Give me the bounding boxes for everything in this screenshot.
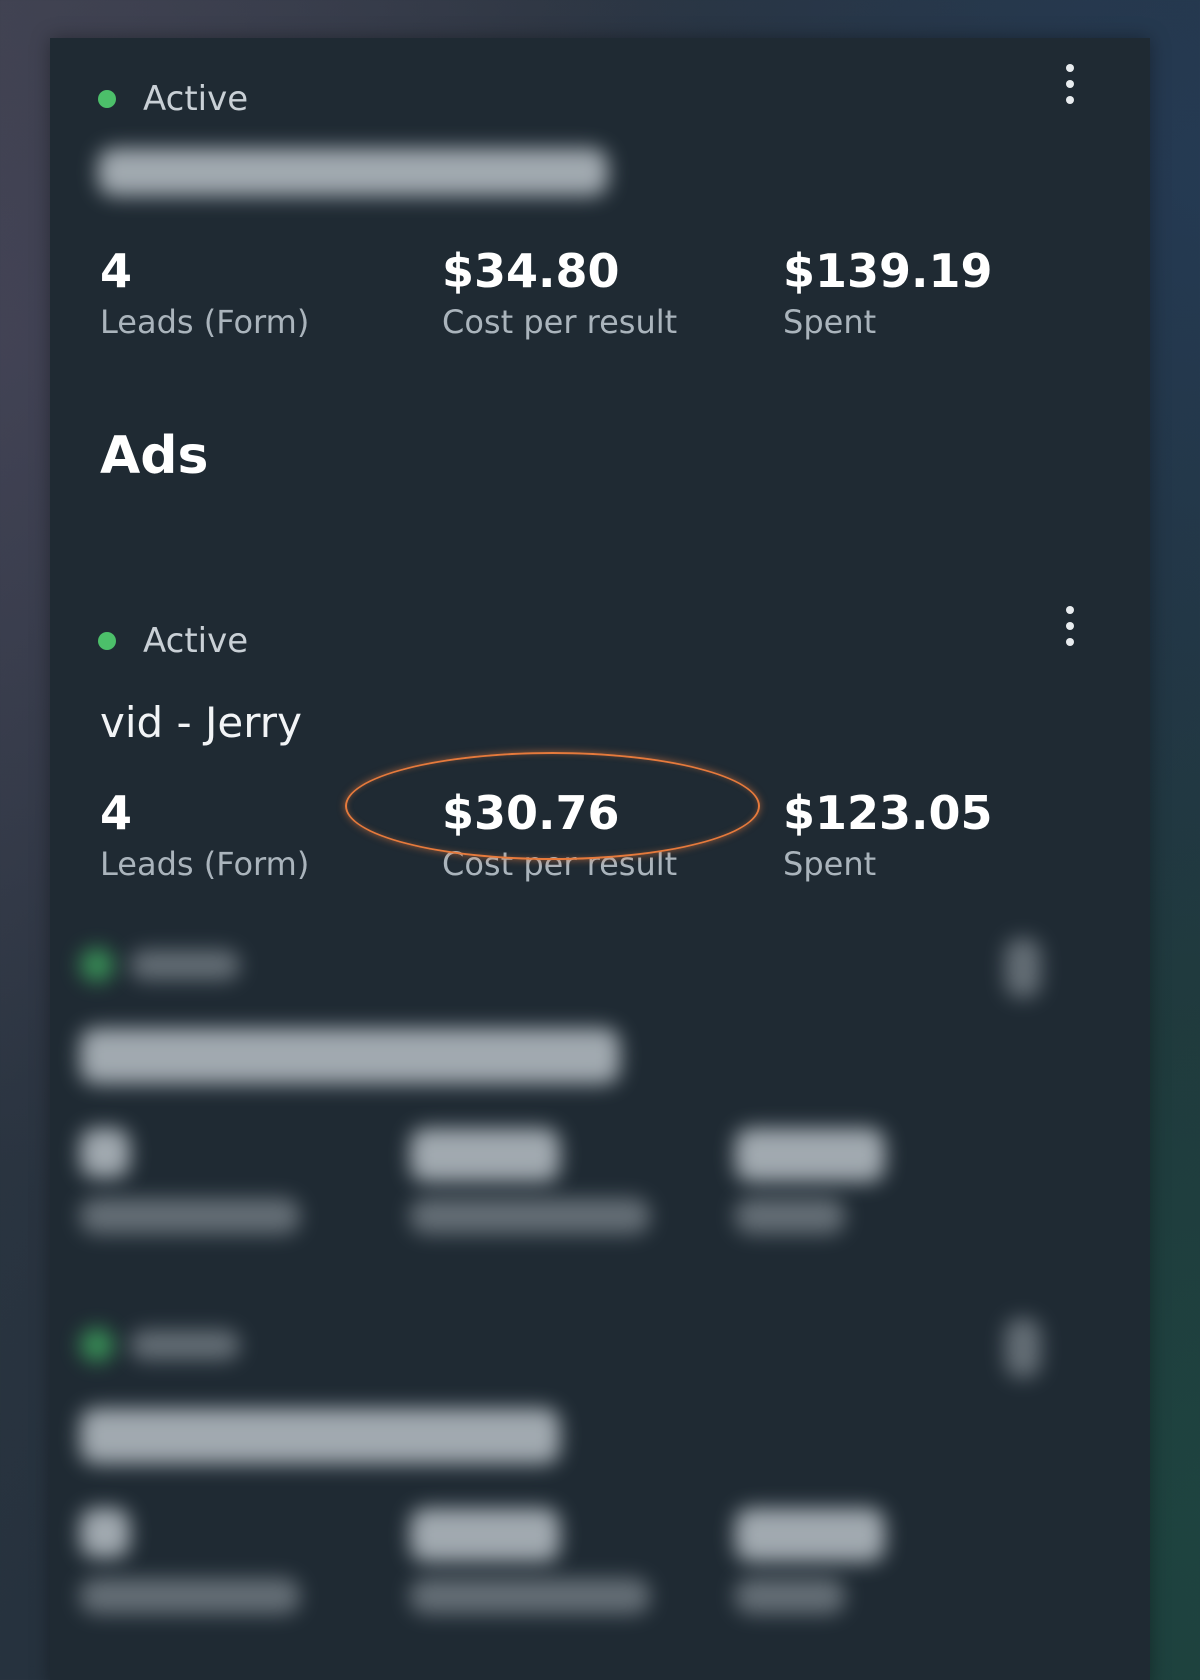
cost-value-redacted — [410, 1128, 560, 1182]
cost-label-redacted — [410, 1198, 650, 1234]
spent-value: $123.05 — [783, 786, 993, 840]
more-options-icon[interactable] — [1055, 600, 1085, 652]
spent-label-redacted — [735, 1198, 845, 1234]
more-options-icon[interactable] — [1005, 1318, 1041, 1378]
status-dot-redacted — [80, 948, 114, 982]
leads-label: Leads (Form) — [100, 303, 310, 341]
status-label: Active — [143, 79, 249, 119]
ad-name[interactable]: vid - Jerry — [100, 702, 302, 744]
more-options-icon[interactable] — [1005, 938, 1041, 998]
spent-label: Spent — [783, 845, 877, 883]
cost-per-result-label: Cost per result — [442, 845, 678, 883]
spent-value-redacted — [735, 1508, 885, 1562]
spent-value: $139.19 — [783, 244, 993, 298]
leads-label-redacted — [80, 1198, 300, 1234]
spent-label-redacted — [735, 1578, 845, 1614]
leads-value-redacted — [80, 1128, 130, 1178]
cost-per-result-value: $30.76 — [442, 786, 620, 840]
leads-value: 4 — [100, 244, 133, 298]
status-dot — [98, 90, 116, 108]
cost-value-redacted — [410, 1508, 560, 1562]
more-options-icon[interactable] — [1055, 58, 1085, 110]
leads-value: 4 — [100, 786, 133, 840]
leads-label: Leads (Form) — [100, 845, 310, 883]
cost-per-result-value: $34.80 — [442, 244, 620, 298]
ad-name-redacted — [80, 1028, 620, 1084]
leads-label-redacted — [80, 1578, 300, 1614]
status-label-redacted — [130, 1330, 240, 1360]
leads-value-redacted — [80, 1508, 130, 1558]
campaign-name-redacted — [98, 148, 608, 196]
cost-label-redacted — [410, 1578, 650, 1614]
status-dot-redacted — [80, 1328, 114, 1362]
status-dot — [98, 632, 116, 650]
cost-per-result-label: Cost per result — [442, 303, 678, 341]
status-label-redacted — [130, 950, 240, 980]
ads-panel: Active 4 Leads (Form) $34.80 Cost per re… — [50, 38, 1150, 1680]
spent-label: Spent — [783, 303, 877, 341]
status-label: Active — [143, 621, 249, 661]
spent-value-redacted — [735, 1128, 885, 1182]
ads-section-title: Ads — [100, 426, 209, 486]
ad-name-redacted — [80, 1408, 560, 1464]
